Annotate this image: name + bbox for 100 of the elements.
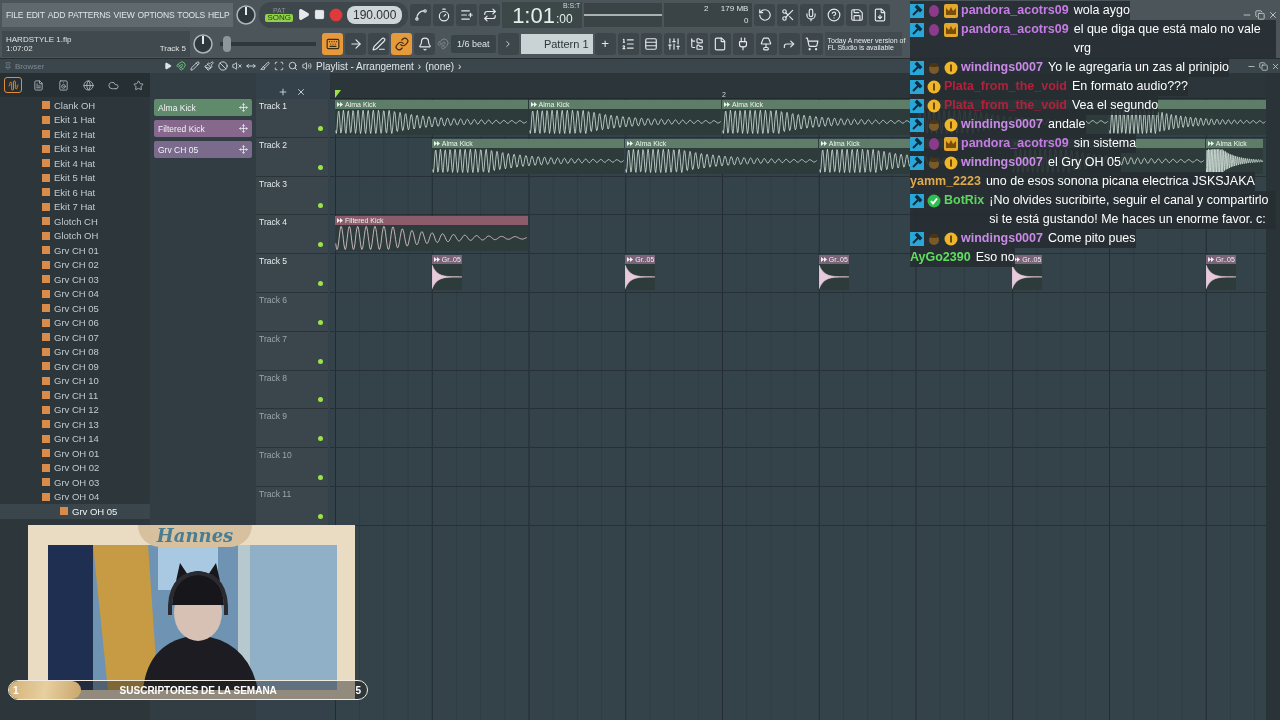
- browser-item[interactable]: Ekit 7 Hat: [0, 199, 150, 214]
- mute-led-icon[interactable]: [318, 513, 323, 519]
- browser-item[interactable]: Grv CH 11: [0, 388, 150, 403]
- mute-led-icon[interactable]: [318, 125, 323, 131]
- tool-button[interactable]: [640, 32, 662, 55]
- browser-item[interactable]: Ekit 1 Hat: [0, 112, 150, 127]
- tool-button[interactable]: [778, 32, 800, 55]
- channel-item[interactable]: Alma Kick: [154, 99, 252, 116]
- toggle-button[interactable]: [414, 32, 435, 55]
- menu-item[interactable]: PATTERNS: [68, 9, 111, 20]
- track-header[interactable]: Track 11: [256, 486, 328, 526]
- browser-item[interactable]: Grv CH 06: [0, 315, 150, 330]
- track-header[interactable]: Track 5: [256, 254, 328, 293]
- mute-led-icon[interactable]: [318, 319, 323, 325]
- mute-led-icon[interactable]: [318, 164, 323, 170]
- breadcrumb-item[interactable]: Playlist - Arrangement: [316, 60, 414, 72]
- menu-item[interactable]: TOOLS: [177, 9, 206, 20]
- username[interactable]: pandora_acotrs09: [961, 20, 1069, 39]
- track-header[interactable]: Track 6: [256, 293, 328, 332]
- tool-button[interactable]: [755, 32, 777, 55]
- browser-item[interactable]: Grv CH 07: [0, 330, 150, 345]
- tool-button[interactable]: [686, 32, 708, 55]
- vertical-scrollbar[interactable]: [1266, 73, 1280, 720]
- breadcrumb-item[interactable]: (none): [425, 60, 455, 72]
- toggle-button[interactable]: [391, 32, 412, 55]
- mute-led-icon[interactable]: [318, 281, 323, 286]
- tool-button[interactable]: [823, 3, 845, 26]
- track-lane[interactable]: [330, 409, 1266, 449]
- menu-item[interactable]: ADD: [47, 9, 66, 20]
- track-header[interactable]: Track 7: [256, 331, 328, 371]
- tempo-field[interactable]: 190.000: [347, 5, 403, 24]
- track-lane[interactable]: [330, 370, 1266, 410]
- browser-item[interactable]: Clank OH: [0, 98, 150, 113]
- browser-item[interactable]: Ekit 3 Hat: [0, 141, 150, 156]
- tool-button[interactable]: [617, 32, 639, 55]
- mode-toggle[interactable]: SONG: [265, 14, 293, 22]
- mute-led-icon[interactable]: [318, 203, 323, 209]
- toggle-button[interactable]: [322, 32, 343, 55]
- tool-button[interactable]: [754, 3, 776, 26]
- username[interactable]: BotRix: [944, 191, 985, 210]
- browser-item[interactable]: Ekit 5 Hat: [0, 170, 150, 185]
- browser-item[interactable]: Grv CH 01: [0, 243, 150, 258]
- track-header[interactable]: Track 2: [256, 137, 328, 177]
- browser-item[interactable]: Grv CH 08: [0, 344, 150, 359]
- tool-button[interactable]: [709, 32, 731, 55]
- mute-led-icon[interactable]: [318, 397, 323, 403]
- toggle-button[interactable]: [368, 32, 389, 55]
- tool-button[interactable]: [846, 3, 868, 26]
- browser-item[interactable]: Grv OH 05: [0, 504, 150, 519]
- mute-led-icon[interactable]: [318, 358, 323, 364]
- tool-button[interactable]: [433, 3, 455, 26]
- channel-item[interactable]: Filtered Kick: [154, 120, 252, 137]
- browser-item[interactable]: Grv CH 14: [0, 431, 150, 446]
- browser-item[interactable]: Grv OH 04: [0, 489, 150, 504]
- add-pattern-button[interactable]: +: [594, 32, 616, 55]
- browser-item[interactable]: Grv OH 01: [0, 446, 150, 461]
- tool-button[interactable]: [801, 32, 823, 55]
- toggle-button[interactable]: [345, 32, 366, 55]
- username[interactable]: windings0007: [961, 229, 1043, 248]
- browser-item[interactable]: Grv OH 02: [0, 460, 150, 475]
- knob-icon[interactable]: [192, 32, 214, 55]
- audio-clip[interactable]: [1109, 100, 1266, 135]
- browser-item[interactable]: Glotch CH: [0, 214, 150, 229]
- track-header[interactable]: Track 8: [256, 370, 328, 410]
- tool-button[interactable]: [869, 3, 891, 26]
- mute-led-icon[interactable]: [318, 436, 323, 442]
- browser-item[interactable]: Ekit 2 Hat: [0, 127, 150, 142]
- tool-button[interactable]: [800, 3, 822, 26]
- browser-item[interactable]: Grv CH 09: [0, 359, 150, 374]
- track-lane[interactable]: [330, 293, 1266, 332]
- browser-item[interactable]: Grv CH 10: [0, 373, 150, 388]
- slider-thumb[interactable]: [222, 35, 231, 52]
- pattern-selector[interactable]: Pattern 1: [520, 33, 593, 54]
- menu-item[interactable]: EDIT: [26, 9, 45, 20]
- tool-button[interactable]: [663, 32, 685, 55]
- browser-item[interactable]: Grv CH 13: [0, 417, 150, 432]
- mute-led-icon[interactable]: [318, 242, 323, 248]
- browser-item[interactable]: Grv CH 05: [0, 301, 150, 316]
- browser-item[interactable]: Grv CH 03: [0, 272, 150, 287]
- track-header[interactable]: Track 4: [256, 215, 328, 255]
- menu-item[interactable]: HELP: [208, 9, 230, 20]
- snap-selector[interactable]: 1/6 beat: [451, 34, 496, 53]
- track-header[interactable]: Track 10: [256, 448, 328, 487]
- browser-item[interactable]: Ekit 4 Hat: [0, 156, 150, 171]
- menu-item[interactable]: VIEW: [113, 9, 135, 20]
- mute-led-icon[interactable]: [318, 474, 323, 480]
- knob-icon[interactable]: [235, 3, 258, 26]
- browser-item[interactable]: Ekit 6 Hat: [0, 185, 150, 200]
- tool-button[interactable]: [410, 3, 432, 26]
- browser-item[interactable]: Grv CH 12: [0, 402, 150, 417]
- browser-tab[interactable]: [4, 77, 22, 93]
- tool-button[interactable]: [777, 3, 799, 26]
- channel-item[interactable]: Grv CH 05: [154, 141, 252, 158]
- tool-button[interactable]: [732, 32, 754, 55]
- browser-item[interactable]: Glotch OH: [0, 228, 150, 243]
- browser-item[interactable]: Grv OH 03: [0, 475, 150, 490]
- track-header[interactable]: Track 9: [256, 409, 328, 449]
- track-lane[interactable]: [330, 448, 1266, 487]
- menu-item[interactable]: FILE: [6, 9, 24, 20]
- browser-item[interactable]: Grv CH 04: [0, 286, 150, 301]
